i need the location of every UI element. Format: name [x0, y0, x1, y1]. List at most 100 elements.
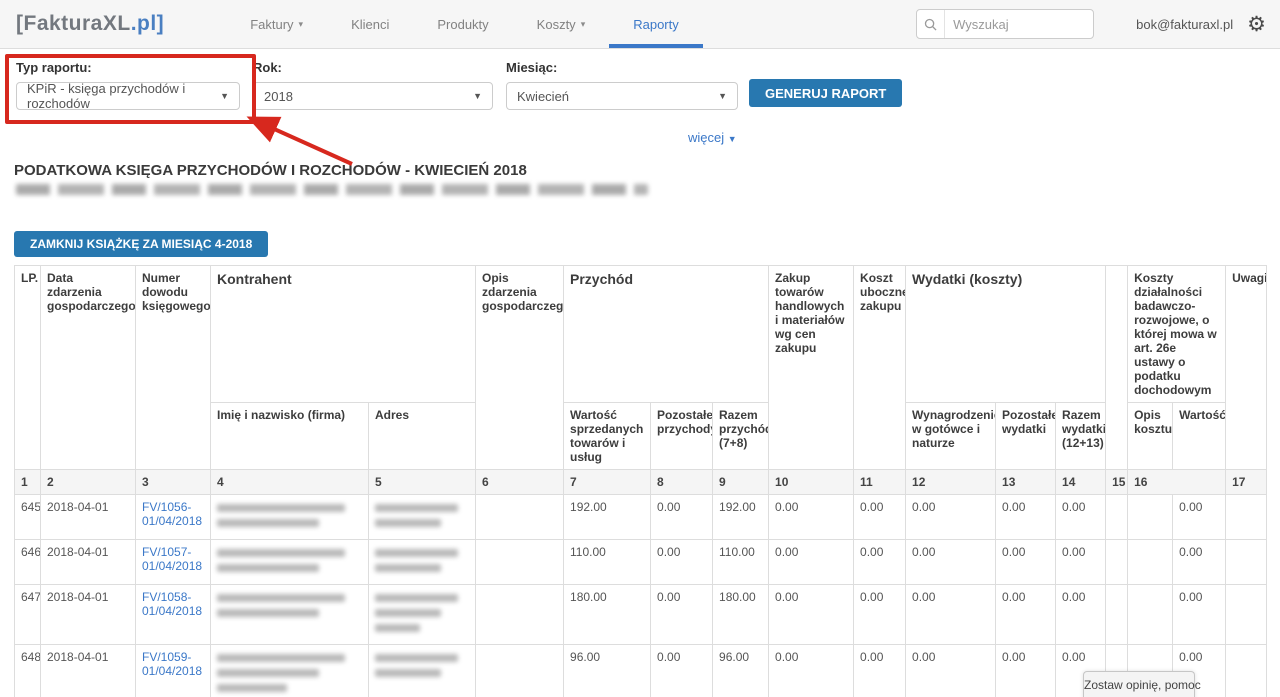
cell-col15	[1106, 540, 1128, 585]
cell-document-number: FV/1056-01/04/2018	[136, 495, 211, 540]
redacted-text-bar	[375, 624, 420, 632]
year-select[interactable]: 2018 ▼	[253, 82, 493, 110]
redacted-text-bar	[217, 669, 319, 677]
col-num: 15	[1106, 470, 1128, 495]
cell-lp: 647	[15, 585, 41, 645]
gear-icon[interactable]: ⚙	[1247, 14, 1266, 35]
redacted-text-bar	[217, 654, 345, 662]
nav-item-klienci[interactable]: Klienci	[327, 0, 413, 48]
cell-value: 0.00	[854, 585, 906, 645]
cell-value: 0.00	[854, 645, 906, 697]
cell-wartosc: 0.00	[1173, 495, 1226, 540]
cell-wartosc: 0.00	[1173, 585, 1226, 645]
redacted-text-bar	[375, 504, 458, 512]
cell-value: 0.00	[906, 585, 996, 645]
cell-value: 0.00	[854, 540, 906, 585]
cell-adres-redacted	[369, 540, 476, 585]
redacted-text-bar	[375, 519, 441, 527]
feedback-tab[interactable]: Zostaw opinię, pomoc	[1083, 671, 1195, 697]
document-link[interactable]: FV/1059-01/04/2018	[142, 650, 202, 678]
cell-uwagi	[1226, 540, 1267, 585]
cell-value: 0.00	[996, 540, 1056, 585]
cell-value: 0.00	[769, 540, 854, 585]
redacted-text-bar	[375, 549, 458, 557]
cell-kontrahent-redacted	[211, 495, 369, 540]
redacted-text-bar	[375, 654, 458, 662]
col-num: 1	[15, 470, 41, 495]
nav-item-koszty[interactable]: Koszty ▾	[513, 0, 610, 48]
kpir-table: LP. Data zdarzenia gospodarczego Numer d…	[14, 265, 1267, 697]
cell-value: 110.00	[713, 540, 769, 585]
nav-item-label: Raporty	[633, 17, 679, 32]
table-row: 6452018-04-01FV/1056-01/04/2018192.000.0…	[15, 495, 1267, 540]
search-input[interactable]	[945, 17, 1093, 32]
cell-value: 0.00	[651, 585, 713, 645]
redacted-text-bar	[217, 594, 345, 602]
account-email[interactable]: bok@fakturaxl.pl	[1136, 17, 1233, 32]
col-num: 10	[769, 470, 854, 495]
col-header-opis-zdarzenia: Opis zdarzenia gospodarczego	[476, 266, 564, 470]
col-num: 13	[996, 470, 1056, 495]
cell-document-number: FV/1057-01/04/2018	[136, 540, 211, 585]
col-header-razem-wydatki: Razem wydatki (12+13)	[1056, 403, 1106, 470]
month-group: Miesiąc: Kwiecień ▼	[506, 60, 738, 110]
page: [FakturaXL.pl] Faktury ▾ Klienci Produkt…	[0, 0, 1280, 697]
cell-opis-kosztu	[1128, 585, 1173, 645]
main-menu: Faktury ▾ Klienci Produkty Koszty ▾ Rapo…	[226, 0, 703, 48]
col-header-przychod: Przychód	[564, 266, 769, 403]
nav-item-label: Produkty	[437, 17, 488, 32]
col-num: 2	[41, 470, 136, 495]
redacted-text-bar	[217, 549, 345, 557]
year-label: Rok:	[253, 60, 493, 75]
redacted-text-bar	[375, 609, 441, 617]
redacted-text-bar	[217, 684, 287, 692]
cell-kontrahent-redacted	[211, 585, 369, 645]
cell-opis	[476, 645, 564, 697]
cell-uwagi	[1226, 585, 1267, 645]
document-link[interactable]: FV/1057-01/04/2018	[142, 545, 202, 573]
search-icon	[917, 10, 945, 38]
nav-item-faktury[interactable]: Faktury ▾	[226, 0, 327, 48]
document-link[interactable]: FV/1058-01/04/2018	[142, 590, 202, 618]
year-value: 2018	[264, 89, 293, 104]
cell-value: 0.00	[769, 645, 854, 697]
redacted-text-bar	[217, 519, 319, 527]
col-header-opis-kosztu: Opis kosztu	[1128, 403, 1173, 470]
chevron-down-icon: ▼	[473, 91, 482, 101]
report-type-select[interactable]: KPiR - księga przychodów i rozchodów ▼	[16, 82, 240, 110]
cell-value: 0.00	[651, 540, 713, 585]
nav-item-produkty[interactable]: Produkty	[413, 0, 512, 48]
app-logo[interactable]: [FakturaXL.pl]	[16, 0, 164, 48]
col-header-zakup-towarow: Zakup towarów handlowych i materiałów wg…	[769, 266, 854, 470]
report-type-group: Typ raportu: KPiR - księga przychodów i …	[16, 60, 240, 110]
cell-wartosc: 0.00	[1173, 540, 1226, 585]
generate-report-button[interactable]: GENERUJ RAPORT	[749, 79, 902, 107]
col-header-imie-nazwisko: Imię i nazwisko (firma)	[211, 403, 369, 470]
col-num: 16	[1128, 470, 1226, 495]
cell-value: 0.00	[996, 585, 1056, 645]
col-num: 9	[713, 470, 769, 495]
close-month-button[interactable]: ZAMKNIJ KSIĄŻKĘ ZA MIESIĄC 4-2018	[14, 231, 268, 257]
month-select[interactable]: Kwiecień ▼	[506, 82, 738, 110]
nav-item-raporty[interactable]: Raporty	[609, 0, 703, 48]
cell-value: 0.00	[1056, 495, 1106, 540]
col-header-uwagi: Uwagi	[1226, 266, 1267, 470]
cell-value: 0.00	[651, 645, 713, 697]
cell-opis	[476, 585, 564, 645]
redacted-text-bar	[217, 504, 345, 512]
nav-item-label: Klienci	[351, 17, 389, 32]
cell-adres-redacted	[369, 585, 476, 645]
cell-value: 180.00	[713, 585, 769, 645]
cell-value: 192.00	[564, 495, 651, 540]
chevron-down-icon: ▾	[299, 19, 304, 30]
col-header-wartosc-sprzedanych: Wartość sprzedanych towarów i usług	[564, 403, 651, 470]
cell-document-number: FV/1059-01/04/2018	[136, 645, 211, 697]
cell-date: 2018-04-01	[41, 540, 136, 585]
document-link[interactable]: FV/1056-01/04/2018	[142, 500, 202, 528]
redacted-text-bar	[375, 669, 441, 677]
cell-uwagi	[1226, 495, 1267, 540]
col-header-kontrahent: Kontrahent	[211, 266, 476, 403]
cell-value: 96.00	[713, 645, 769, 697]
more-filters-link[interactable]: więcej ▼	[688, 130, 737, 145]
nav-item-label: Koszty	[537, 17, 576, 32]
